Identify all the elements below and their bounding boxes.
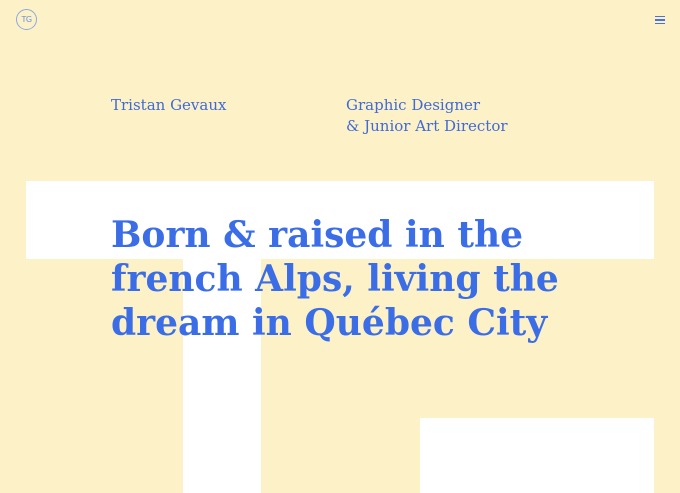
headline-line: dream in Québec City [111, 302, 548, 344]
hamburger-menu-icon[interactable] [655, 16, 665, 24]
decorative-shape-block [420, 418, 654, 493]
author-role: Graphic Designer & Junior Art Director [346, 95, 508, 137]
menu-icon-line [655, 19, 665, 21]
menu-icon-line [655, 16, 665, 18]
headline-line: Born & raised in the [111, 214, 524, 256]
logo-icon[interactable]: TG [16, 9, 37, 30]
role-line: & Junior Art Director [346, 117, 508, 135]
author-name: Tristan Gevaux [111, 96, 227, 114]
hero-headline: Born & raised in the french Alps, living… [111, 213, 631, 345]
page: TG Tristan Gevaux Graphic Designer & Jun… [0, 0, 680, 493]
role-line: Graphic Designer [346, 96, 481, 114]
headline-line: french Alps, living the [111, 258, 559, 300]
menu-icon-line [655, 22, 665, 24]
